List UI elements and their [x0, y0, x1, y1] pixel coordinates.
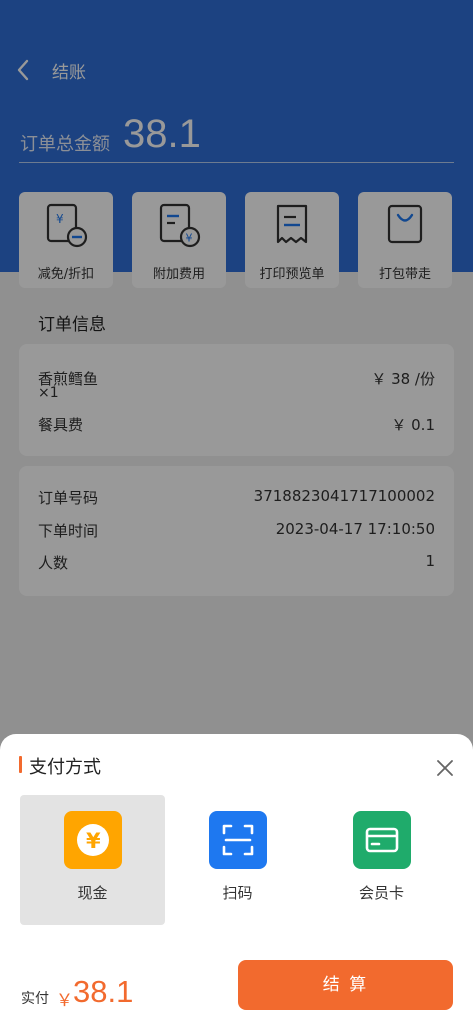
svg-text:¥: ¥	[86, 829, 101, 853]
pay-option-cash[interactable]: ¥ 现金	[20, 795, 165, 925]
cash-yen-icon: ¥	[77, 824, 109, 856]
payment-method-title: 支付方式	[29, 757, 101, 778]
scan-tile	[209, 811, 267, 869]
title-accent-bar	[19, 756, 22, 773]
pay-option-label: 现金	[77, 884, 108, 902]
currency-symbol: ￥	[56, 991, 73, 1011]
actual-pay-label: 实付	[21, 991, 49, 1007]
pay-option-member-card[interactable]: 会员卡	[309, 795, 454, 925]
actual-pay-amount: 38.1	[73, 974, 134, 1009]
close-button[interactable]	[431, 754, 459, 782]
scan-qr-icon	[222, 824, 254, 856]
pay-option-scan[interactable]: 扫码	[165, 795, 310, 925]
checkout-button[interactable]: 结 算	[238, 960, 453, 1010]
close-icon	[437, 760, 453, 776]
pay-option-label: 会员卡	[358, 884, 404, 902]
payment-sheet: 支付方式 ¥ 现金 扫码 会员卡 实付 ￥ 38.1 结 算	[0, 734, 473, 1024]
member-card-tile	[353, 811, 411, 869]
member-card-icon	[365, 827, 399, 853]
cash-tile: ¥	[64, 811, 122, 869]
pay-option-label: 扫码	[222, 884, 253, 902]
